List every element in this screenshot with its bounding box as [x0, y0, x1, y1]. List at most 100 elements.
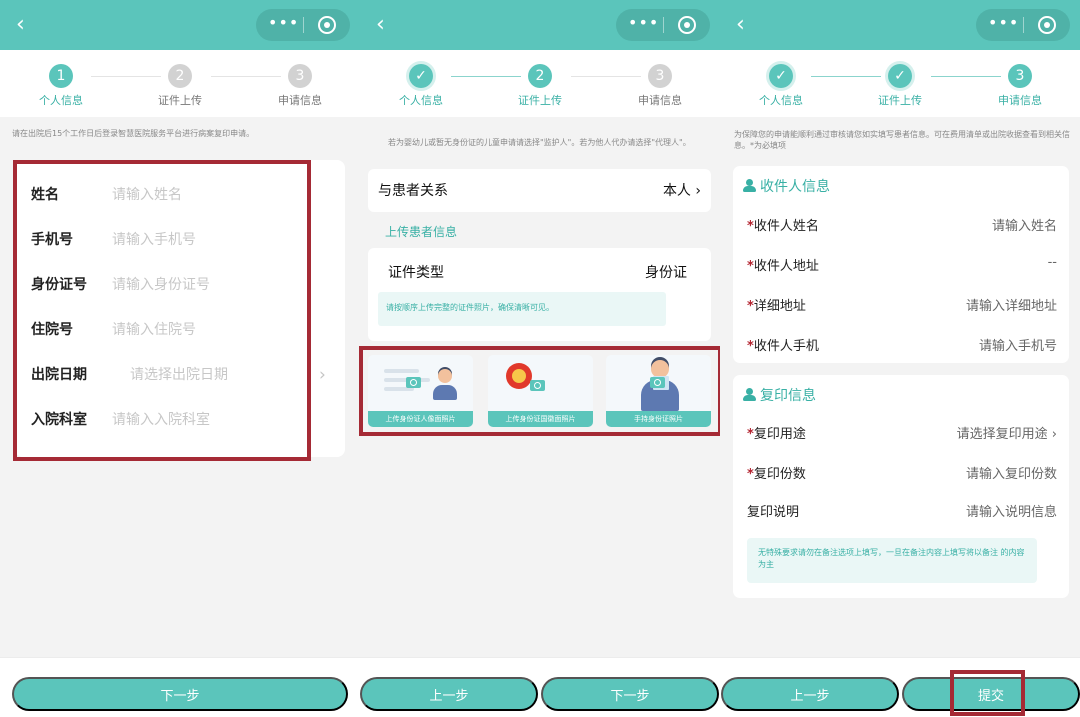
- back-arrow-icon[interactable]: ‹: [376, 12, 392, 38]
- patient-relationship-selector[interactable]: 与患者关系 本人 ›: [368, 169, 711, 212]
- step-connector: [91, 76, 161, 77]
- top-navigation-bar: ‹ •••: [360, 0, 720, 50]
- step-label: 申请信息: [278, 94, 322, 107]
- recipient-title-text: 收件人信息: [760, 179, 830, 195]
- step-application-info: 3 申请信息: [615, 64, 705, 108]
- capsule-divider: [303, 17, 304, 33]
- recipient-name-field[interactable]: *收件人姓名 请输入姓名: [747, 215, 1057, 239]
- close-target-icon[interactable]: [1038, 16, 1056, 34]
- relationship-selected-value: 本人: [662, 183, 691, 199]
- copy-info-tip: 无特殊要求请勿在备注选项上填写，一旦在备注内容上填写将以备注 的内容为主: [747, 538, 1037, 583]
- field-label-text: 复印份数: [753, 467, 806, 482]
- copy-title-text: 复印信息: [760, 388, 816, 404]
- mini-program-capsule[interactable]: •••: [256, 9, 350, 41]
- required-marker: *: [747, 339, 754, 354]
- chevron-right-icon: ›: [319, 365, 326, 385]
- step-label: 证件上传: [878, 94, 922, 107]
- recipient-info-card: 收件人信息 *收件人姓名 请输入姓名 *收件人地址 -- *详细地址 请输入详细地址 …: [733, 166, 1069, 363]
- step-connector: [811, 76, 881, 77]
- field-label-text: 复印用途: [753, 427, 806, 442]
- copy-count-input[interactable]: 请输入复印份数: [966, 463, 1057, 482]
- step-number: 2: [168, 64, 192, 88]
- field-label-text: 详细地址: [753, 299, 806, 314]
- step-label: 申请信息: [998, 94, 1042, 107]
- highlight-submit-button: [950, 670, 1025, 716]
- copy-description-field[interactable]: 复印说明 请输入说明信息: [747, 501, 1057, 525]
- step-connector: [931, 76, 1001, 77]
- check-icon: ✓: [888, 64, 912, 88]
- recipient-name-input[interactable]: 请输入姓名: [992, 215, 1057, 234]
- step-number: 2: [528, 64, 552, 88]
- more-dots-icon[interactable]: •••: [628, 13, 659, 32]
- recipient-phone-input[interactable]: 请输入手机号: [979, 335, 1057, 354]
- mini-program-capsule[interactable]: •••: [976, 9, 1070, 41]
- step-label: 个人信息: [759, 94, 803, 107]
- field-label: *详细地址: [747, 295, 806, 314]
- application-notice-text: 为保障您的申请能顺利通过审核请您如实填写患者信息。可在费用清单或出院收据查看到相…: [734, 130, 1070, 150]
- progress-steps: ✓ 个人信息 ✓ 证件上传 3 申请信息: [720, 50, 1080, 117]
- step-document-upload: 2 证件上传: [135, 64, 225, 108]
- back-arrow-icon[interactable]: ‹: [736, 12, 752, 38]
- close-target-icon[interactable]: [318, 16, 336, 34]
- highlight-upload-cards: [359, 346, 722, 436]
- step-document-upload: 2 证件上传: [495, 64, 585, 108]
- next-step-button[interactable]: 下一步: [12, 677, 348, 711]
- back-arrow-icon[interactable]: ‹: [16, 12, 32, 38]
- required-marker: *: [747, 467, 754, 482]
- copy-purpose-selector[interactable]: 请选择复印用途 ›: [957, 423, 1057, 442]
- chevron-right-icon: ›: [1047, 427, 1057, 442]
- step-label: 证件上传: [518, 94, 562, 107]
- step-connector: [571, 76, 641, 77]
- copy-description-input[interactable]: 请输入说明信息: [966, 501, 1057, 520]
- patient-info-section-title: 上传患者信息: [385, 225, 458, 239]
- recipient-address-field[interactable]: *收件人地址 --: [747, 255, 1057, 279]
- chevron-right-icon: ›: [695, 183, 701, 199]
- field-label: *收件人地址: [747, 255, 819, 274]
- document-type-card[interactable]: 证件类型 身份证 请按顺序上传完整的证件照片，确保清晰可见。: [368, 248, 711, 341]
- copy-count-field[interactable]: *复印份数 请输入复印份数: [747, 463, 1057, 487]
- capsule-divider: [663, 17, 664, 33]
- guardian-notice-text: 若为婴幼儿或暂无身份证的儿童申请请选择"监护人"。若为他人代办请选择"代理人"。: [388, 138, 691, 147]
- step-connector: [451, 76, 521, 77]
- mini-program-capsule[interactable]: •••: [616, 9, 710, 41]
- step-label: 证件上传: [158, 94, 202, 107]
- step-document-upload-complete: ✓ 证件上传: [855, 64, 945, 108]
- field-label: *复印份数: [747, 463, 806, 482]
- recipient-phone-field[interactable]: *收件人手机 请输入手机号: [747, 335, 1057, 359]
- notice-text: 请在出院后15个工作日后登录智慧医院服务平台进行病案复印申请。: [12, 129, 255, 138]
- step-number: 3: [1008, 64, 1032, 88]
- copy-purpose-placeholder: 请选择复印用途: [956, 427, 1048, 442]
- next-step-button[interactable]: 下一步: [541, 677, 719, 711]
- more-dots-icon[interactable]: •••: [268, 13, 299, 32]
- relationship-value[interactable]: 本人 ›: [663, 180, 701, 200]
- field-label-text: 收件人地址: [753, 259, 819, 274]
- step-label: 个人信息: [399, 94, 443, 107]
- capsule-divider: [1023, 17, 1024, 33]
- required-marker: *: [747, 219, 754, 234]
- field-label-text: 复印说明: [747, 505, 800, 520]
- copy-info-card: 复印信息 *复印用途 请选择复印用途 › *复印份数 请输入复印份数 复印说明 请输入…: [733, 375, 1069, 598]
- more-dots-icon[interactable]: •••: [988, 13, 1019, 32]
- previous-step-button[interactable]: 上一步: [360, 677, 538, 711]
- person-icon: [743, 179, 756, 192]
- step-connector: [211, 76, 281, 77]
- step-number: 3: [648, 64, 672, 88]
- required-marker: *: [747, 427, 754, 442]
- previous-step-button[interactable]: 上一步: [721, 677, 899, 711]
- step-personal-info-complete: ✓ 个人信息: [736, 64, 826, 108]
- detailed-address-field[interactable]: *详细地址 请输入详细地址: [747, 295, 1057, 319]
- document-type-value[interactable]: 身份证: [645, 262, 687, 282]
- upload-tip: 请按顺序上传完整的证件照片，确保清晰可见。: [378, 292, 666, 326]
- step-personal-info: 1 个人信息: [16, 64, 106, 108]
- check-icon: ✓: [769, 64, 793, 88]
- field-label-text: 收件人姓名: [753, 219, 819, 234]
- person-icon: [743, 388, 756, 401]
- recipient-address-value[interactable]: --: [1048, 255, 1057, 270]
- step-application-info: 3 申请信息: [255, 64, 345, 108]
- required-marker: *: [747, 259, 754, 274]
- step-label: 个人信息: [39, 94, 83, 107]
- close-target-icon[interactable]: [678, 16, 696, 34]
- detailed-address-input[interactable]: 请输入详细地址: [966, 295, 1057, 314]
- copy-purpose-field[interactable]: *复印用途 请选择复印用途 ›: [747, 423, 1057, 447]
- field-label: *复印用途: [747, 423, 806, 442]
